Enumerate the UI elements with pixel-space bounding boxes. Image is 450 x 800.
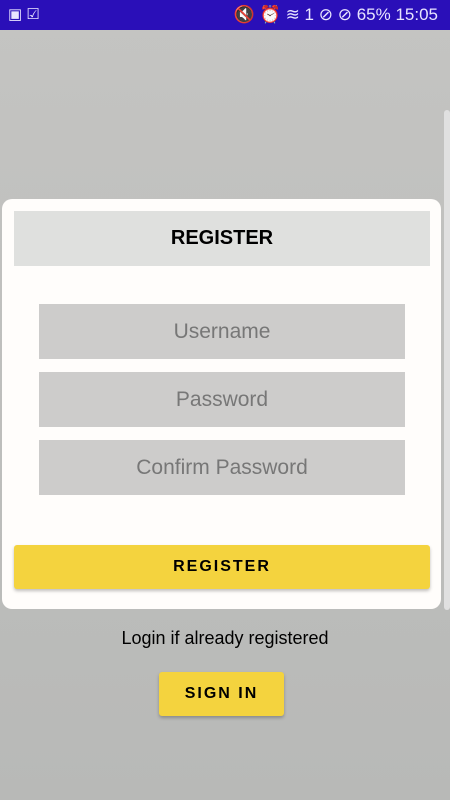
status-bar: ▣ ☑ 🔇 ⏰ ≋ 1 ⊘ ⊘ 65% 15:05	[0, 0, 450, 30]
system-icons: 🔇 ⏰ ≋ 1 ⊘ ⊘	[233, 5, 352, 24]
clock: 15:05	[395, 5, 438, 24]
notification-icons: ▣ ☑	[8, 6, 40, 23]
login-prompt: Login if already registered	[121, 628, 329, 648]
register-button[interactable]: REGISTER	[14, 545, 430, 589]
scrollbar[interactable]	[444, 110, 450, 610]
card-title: REGISTER	[14, 211, 430, 266]
confirm-password-input[interactable]	[39, 440, 405, 495]
sign-in-button[interactable]: SIGN IN	[159, 672, 284, 716]
register-card: REGISTER REGISTER	[2, 199, 441, 609]
battery-level: 65%	[356, 5, 391, 24]
username-input[interactable]	[39, 304, 405, 359]
password-input[interactable]	[39, 372, 405, 427]
